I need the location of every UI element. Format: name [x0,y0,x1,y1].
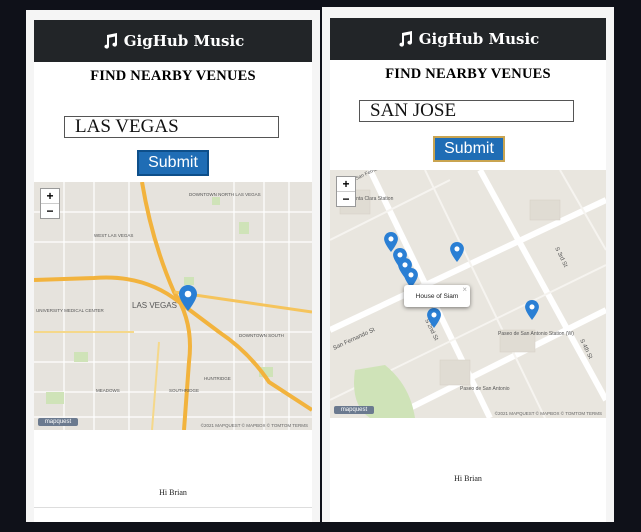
zoom-out-button[interactable]: − [337,191,355,206]
popup-venue-name[interactable]: House of Siam [416,293,459,300]
submit-button[interactable]: Submit [433,136,505,162]
music-note-icon [104,33,117,49]
zoom-control: + − [40,188,60,219]
map-label: WEST LAS VEGAS [94,233,133,238]
footer-divider [34,507,312,508]
map-attribution[interactable]: ©2021 MAPQUEST © MAPBOX © TOMTOM TERMS [201,423,308,428]
map-label: DOWNTOWN NORTH LAS VEGAS [189,192,261,197]
map-label: S 3rd St [553,246,568,268]
brand-title[interactable]: GigHub Music [419,30,540,48]
map-tiles: LAS VEGAS DOWNTOWN NORTH LAS VEGAS DOWNT… [34,182,312,430]
city-input[interactable]: SAN JOSE [359,100,574,122]
map-attribution[interactable]: ©2021 MAPQUEST © MAPBOX © TOMTOM TERMS [495,411,602,416]
left-screen: GigHub Music FIND NEARBY VENUES LAS VEGA… [26,10,320,522]
venue-popup: House of Siam × [404,285,470,307]
map-view[interactable]: LAS VEGAS DOWNTOWN NORTH LAS VEGAS DOWNT… [34,182,312,430]
navbar: GigHub Music [330,18,606,60]
music-note-icon [399,31,412,47]
map-label: Santa Clara Station [350,196,394,202]
right-app: GigHub Music FIND NEARBY VENUES SAN JOSE… [330,18,606,522]
map-label: San Fernando St [332,327,376,352]
page-heading: FIND NEARBY VENUES [90,68,256,84]
map-label: MEADOWS [96,388,120,393]
zoom-in-button[interactable]: + [41,189,59,203]
mapquest-logo: mapquest [38,418,78,426]
left-app: GigHub Music FIND NEARBY VENUES LAS VEGA… [34,20,312,522]
map-label: Paseo de San Antonio [460,386,510,392]
map-label: SOUTHRIDGE [169,388,199,393]
brand-title[interactable]: GigHub Music [124,32,245,50]
close-icon[interactable]: × [462,285,467,294]
submit-button[interactable]: Submit [137,150,209,176]
zoom-control: + − [336,176,356,207]
venue-pin-icon[interactable] [450,242,464,262]
map-view[interactable]: San Fernando St S 2nd St S 3rd St S 4th … [330,170,606,418]
venue-pin-icon[interactable] [427,308,441,328]
map-label: LAS VEGAS [132,301,177,310]
map-label: UNIVERSITY MEDICAL CENTER [36,308,105,313]
zoom-in-button[interactable]: + [337,177,355,191]
city-input[interactable]: LAS VEGAS [64,116,279,138]
greeting: Hi Brian [454,474,482,483]
venue-pin-icon[interactable] [179,285,197,311]
mapquest-logo: mapquest [334,406,374,414]
navbar: GigHub Music [34,20,312,62]
map-label: DOWNTOWN SOUTH [239,333,284,338]
map-label: HUNTRIDGE [204,376,231,381]
greeting: Hi Brian [159,488,187,497]
page-heading: FIND NEARBY VENUES [385,66,551,82]
right-screen: GigHub Music FIND NEARBY VENUES SAN JOSE… [322,7,614,522]
zoom-out-button[interactable]: − [41,203,59,218]
venue-pin-icon[interactable] [525,300,539,320]
map-label: Paseo de San Antonio Station (W) [498,331,574,337]
